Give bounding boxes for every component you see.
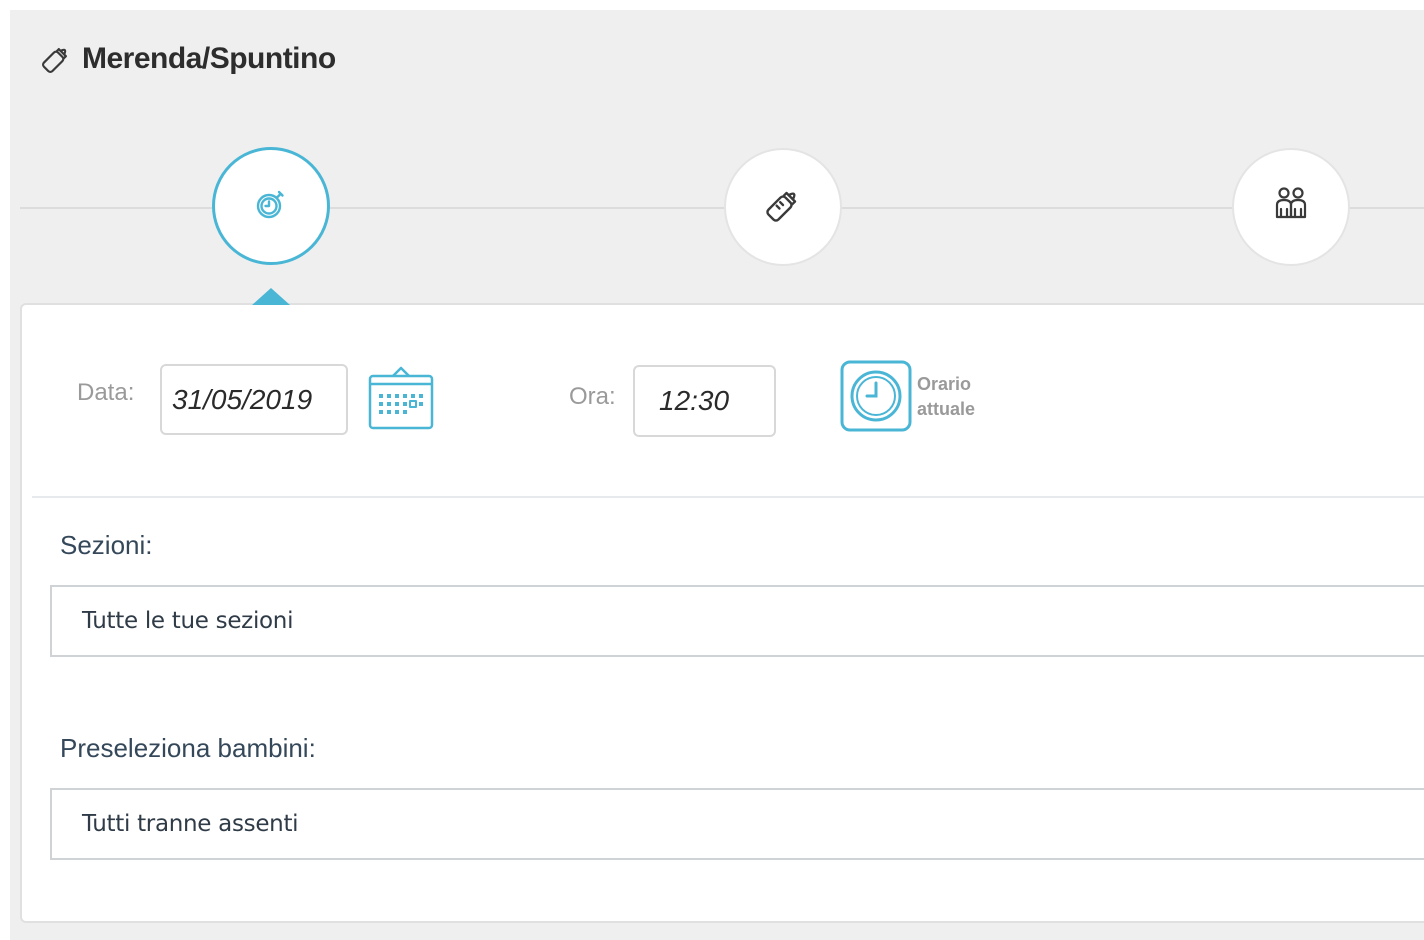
preselect-children-select[interactable]: Tutti tranne assenti [50, 788, 1424, 860]
page-header: Merenda/Spuntino [36, 34, 336, 84]
active-step-pointer [252, 288, 290, 305]
sections-label: Sezioni: [60, 530, 153, 560]
preselect-children-label: Preseleziona bambini: [60, 733, 316, 763]
baby-bottle-icon [761, 183, 805, 232]
page-title: Merenda/Spuntino [82, 42, 336, 75]
step-time[interactable] [212, 147, 330, 265]
time-label: Ora: [569, 383, 616, 410]
stopwatch-icon [253, 186, 289, 227]
baby-bottle-icon [36, 39, 76, 79]
clock-icon [839, 359, 913, 438]
step-children[interactable] [1232, 148, 1350, 266]
current-time-button[interactable] [838, 360, 914, 436]
step-feeding[interactable] [724, 148, 842, 266]
date-field[interactable]: 31/05/2019 [160, 364, 348, 435]
date-label: Data: [77, 379, 135, 406]
form-divider [32, 496, 1424, 498]
calendar-icon [367, 362, 435, 437]
screen: Merenda/Spuntino Data: 31/05/2019 Ora: 1… [0, 0, 1424, 940]
sections-select[interactable]: Tutte le tue sezioni [50, 585, 1424, 657]
time-field[interactable]: 12:30 [633, 365, 776, 437]
current-time-label: Orario attuale [917, 374, 976, 419]
children-icon [1269, 183, 1313, 232]
calendar-button[interactable] [366, 364, 436, 434]
